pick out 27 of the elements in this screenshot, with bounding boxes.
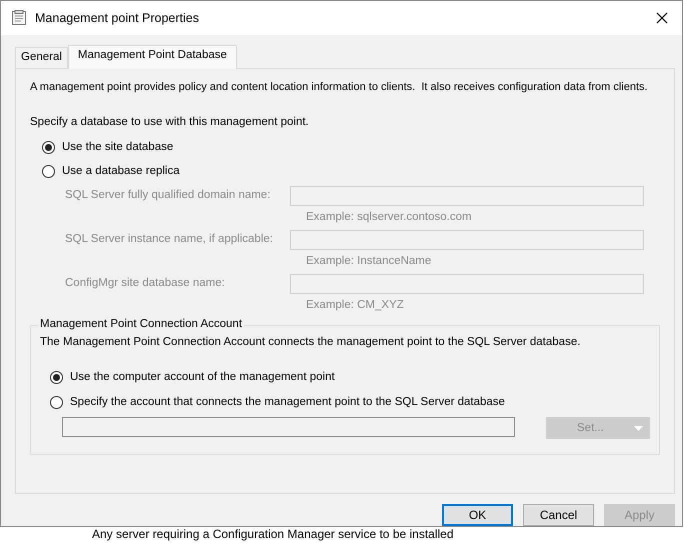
prompt-text: Specify a database to use with this management point. [30, 116, 310, 130]
caret-icon [634, 426, 643, 430]
close-icon[interactable] [656, 12, 668, 24]
radio-button[interactable] [50, 396, 63, 408]
radio-button[interactable] [42, 140, 55, 154]
document-icon [11, 10, 27, 26]
description-text: A management point provides policy and content location information to clients. It also receives configuration data from clients. [30, 81, 648, 95]
example-hint: Example: CM_XYZ [305, 299, 405, 312]
group-title: Management Point Connection Account [38, 318, 244, 330]
radio-button[interactable] [42, 164, 55, 178]
dialog-button[interactable]: OK [442, 504, 513, 526]
field-label: SQL Server instance name, if applicable: [65, 232, 274, 247]
field-label: ConfigMgr site database name: [65, 276, 226, 291]
radio-option[interactable]: Specify the account that connects the management point to the SQL Server database [50, 395, 505, 409]
tab[interactable]: General [15, 47, 68, 68]
background-text: Any server requiring a Configuration Manager service to be installed [91, 527, 455, 541]
radio-option[interactable]: Use the site database [42, 140, 174, 154]
window-title: Management point Properties [35, 11, 200, 25]
field-label: SQL Server fully qualified domain name: [65, 188, 272, 203]
radio-option[interactable]: Use the computer account of the management point [50, 370, 335, 384]
tab[interactable]: Management Point Database [68, 45, 237, 69]
radio-option[interactable]: Use a database replica [42, 164, 180, 178]
radio-button[interactable] [50, 370, 63, 384]
example-hint: Example: sqlserver.contoso.com [305, 211, 473, 224]
dialog-button[interactable]: Cancel [523, 504, 594, 526]
group-description: The Management Point Connection Account connects the management point to the SQL Server database. [40, 336, 582, 348]
example-hint: Example: InstanceName [305, 255, 432, 268]
